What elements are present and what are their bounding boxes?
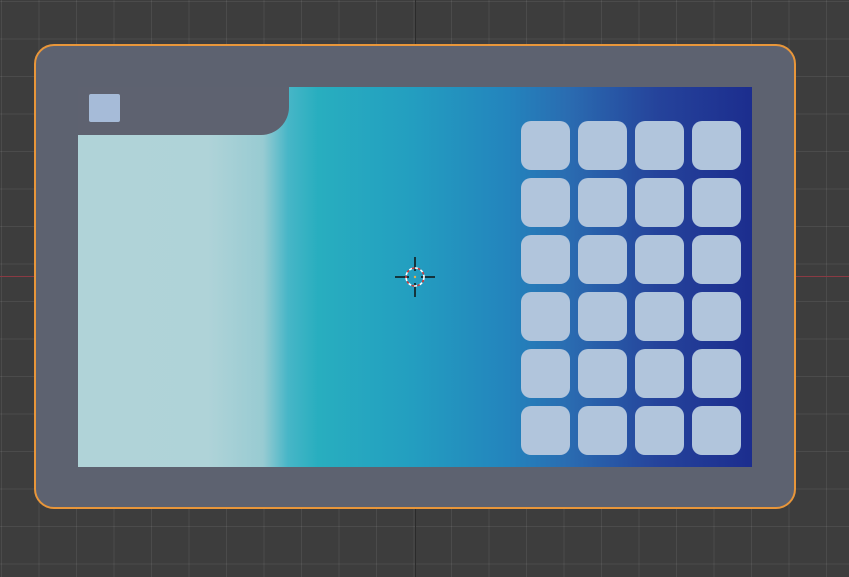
app-tile	[635, 292, 684, 341]
app-tile	[692, 349, 741, 398]
3d-cursor-icon[interactable]	[395, 257, 435, 297]
app-tile	[578, 178, 627, 227]
screen-status-bar	[78, 87, 289, 135]
app-tile	[692, 292, 741, 341]
app-tile	[635, 121, 684, 170]
app-tile	[521, 235, 570, 284]
app-tile	[521, 292, 570, 341]
app-tile	[692, 235, 741, 284]
app-tile	[635, 349, 684, 398]
square-app-icon	[89, 94, 120, 122]
app-tile	[521, 406, 570, 455]
app-tile	[521, 349, 570, 398]
app-tile	[578, 349, 627, 398]
app-tile	[692, 178, 741, 227]
app-tile	[692, 121, 741, 170]
app-tile	[635, 406, 684, 455]
app-tile	[521, 121, 570, 170]
app-tile	[521, 178, 570, 227]
app-tile	[578, 121, 627, 170]
app-tile	[578, 235, 627, 284]
app-tile	[578, 292, 627, 341]
app-icon-grid	[521, 121, 743, 455]
3d-viewport[interactable]	[0, 0, 849, 577]
app-tile	[635, 235, 684, 284]
app-tile	[635, 178, 684, 227]
app-tile	[692, 406, 741, 455]
app-tile	[578, 406, 627, 455]
